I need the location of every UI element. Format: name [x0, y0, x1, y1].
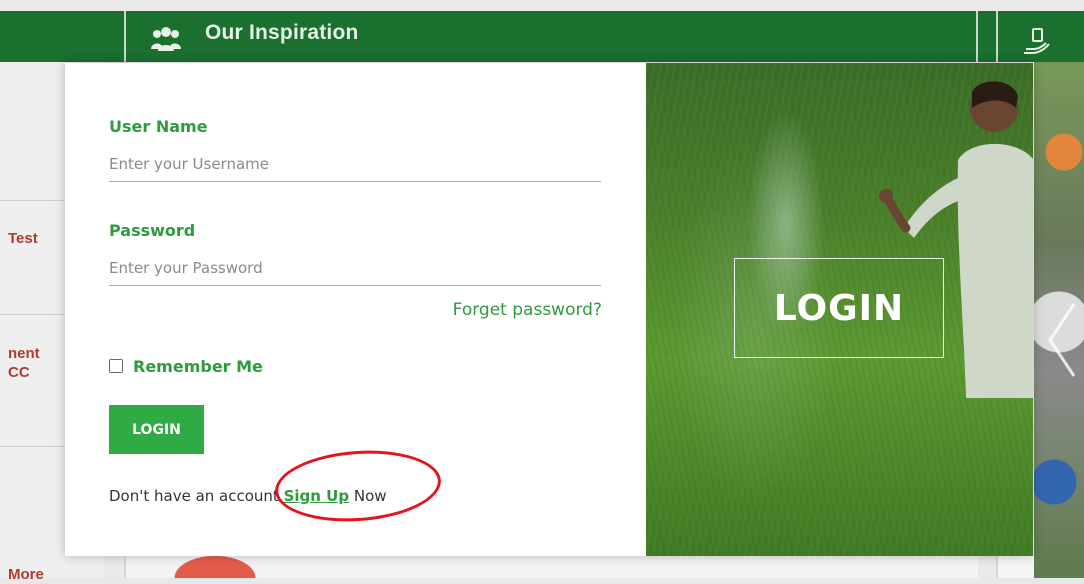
password-label: Password	[109, 221, 196, 240]
username-input[interactable]	[109, 147, 601, 182]
signup-link[interactable]: Sign Up	[284, 487, 350, 505]
remember-me-label[interactable]: Remember Me	[133, 357, 263, 376]
forgot-password-link[interactable]: Forget password?	[453, 300, 602, 320]
password-input[interactable]	[109, 251, 601, 286]
login-modal: User Name Password Forget password? Reme…	[65, 63, 1033, 556]
login-form-panel: User Name Password Forget password? Reme…	[65, 63, 646, 556]
login-button[interactable]: LOGIN	[109, 405, 204, 454]
username-label: User Name	[109, 117, 208, 136]
hero-login-title: LOGIN	[773, 287, 905, 329]
signup-suffix: Now	[353, 487, 387, 505]
hero-image-panel: LOGIN	[646, 63, 1033, 556]
signup-prefix: Don't have an account	[109, 487, 279, 505]
remember-me-row: Remember Me	[109, 355, 263, 377]
remember-me-checkbox[interactable]	[109, 359, 123, 373]
hero-login-box: LOGIN	[734, 258, 944, 358]
signup-prompt: Don't have an account Sign Up Now	[109, 487, 387, 505]
